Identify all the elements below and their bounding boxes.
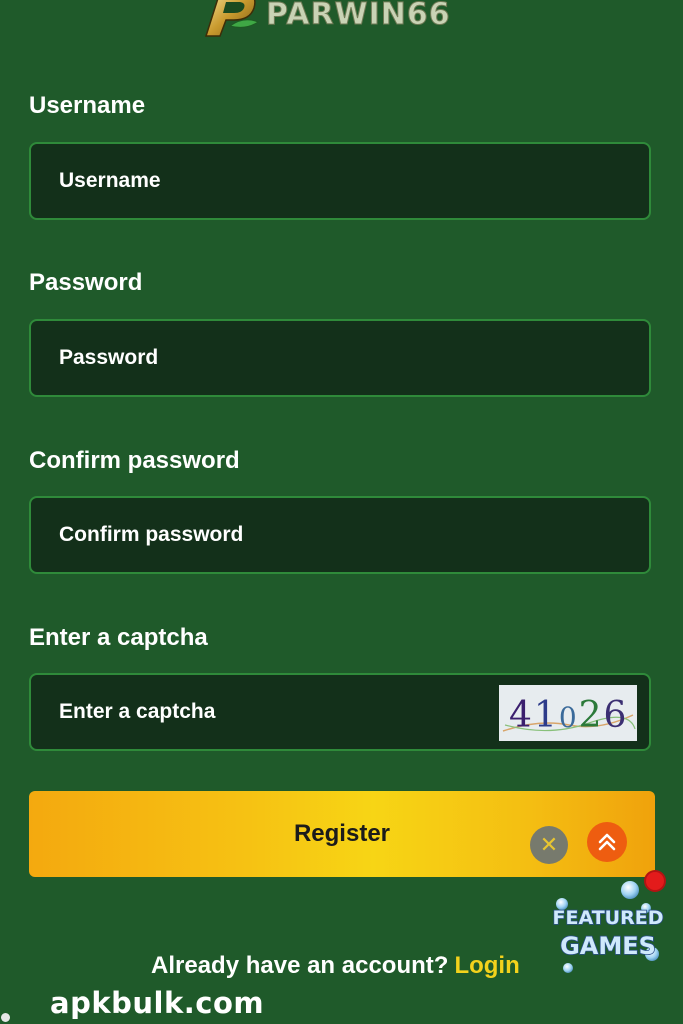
double-chevron-up-icon [598, 833, 616, 851]
parwin-emblem-icon [200, 0, 262, 38]
scroll-top-button[interactable] [587, 822, 627, 862]
captcha-input[interactable] [59, 675, 499, 749]
notification-badge [646, 872, 664, 890]
captcha-code: 41026 [509, 695, 628, 736]
login-prompt: Already have an account? Login [151, 952, 520, 980]
password-input[interactable] [59, 321, 499, 395]
confirm-password-input[interactable] [59, 498, 499, 572]
username-field-box [29, 142, 651, 220]
featured-line1: FEATURED [553, 907, 664, 929]
site-watermark: apkbulk.com [50, 986, 265, 1020]
brand-name: PARWIN66 [266, 0, 451, 32]
login-prompt-text: Already have an account? [151, 952, 449, 979]
username-input[interactable] [59, 144, 499, 218]
password-field-box [29, 319, 651, 397]
corner-dot [1, 1013, 10, 1022]
close-float-button[interactable]: ✕ [530, 826, 568, 864]
close-icon: ✕ [539, 832, 559, 857]
brand-logo: PARWIN66 [200, 0, 480, 38]
captcha-label: Enter a captcha [29, 624, 208, 651]
featured-line2: GAMES [560, 932, 656, 960]
login-link[interactable]: Login [454, 952, 519, 979]
confirm-password-label: Confirm password [29, 447, 240, 474]
password-label: Password [29, 269, 143, 296]
captcha-image[interactable]: 41026 [499, 685, 637, 741]
confirm-password-field-box [29, 496, 651, 574]
featured-games-widget[interactable]: FEATURED GAMES [548, 876, 668, 986]
username-label: Username [29, 92, 146, 119]
captcha-field-box: 41026 [29, 673, 651, 751]
